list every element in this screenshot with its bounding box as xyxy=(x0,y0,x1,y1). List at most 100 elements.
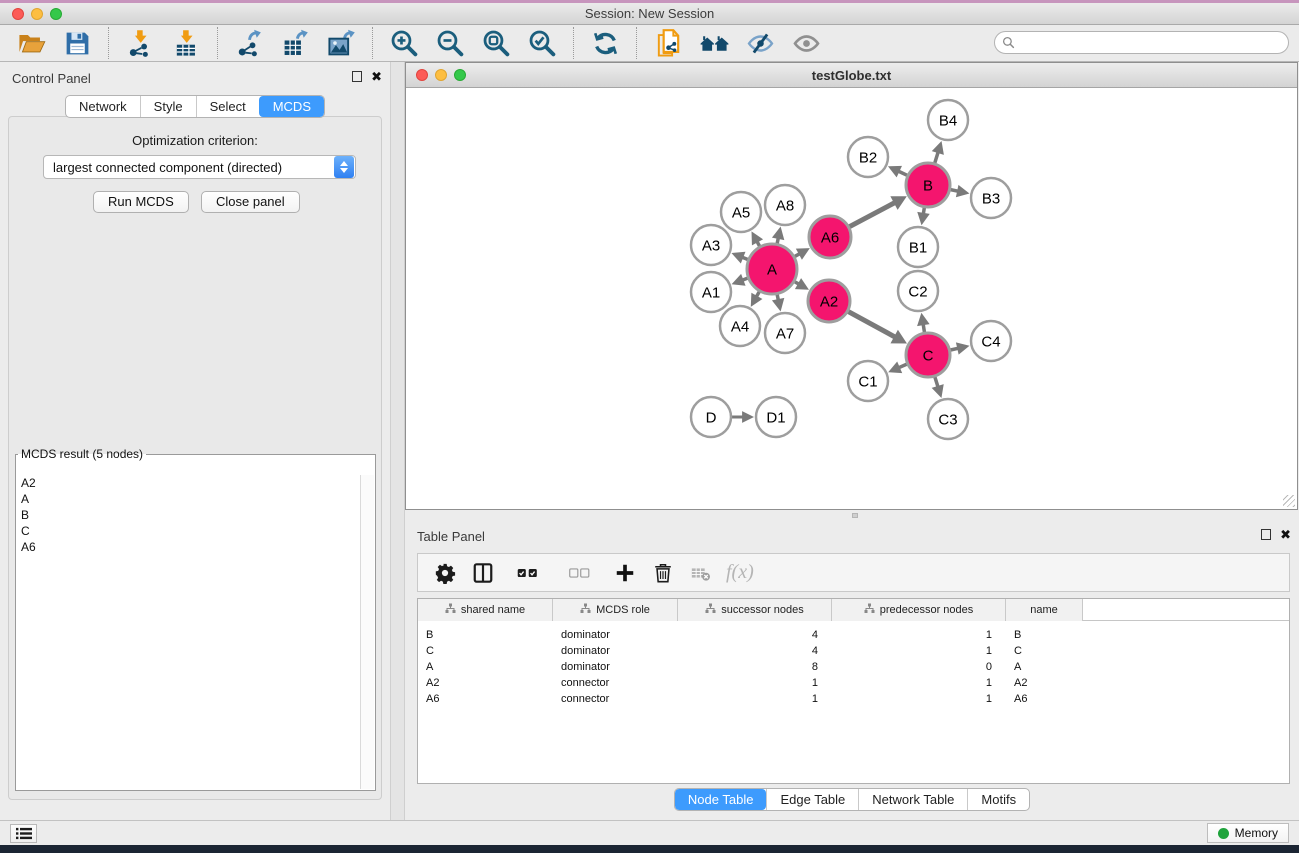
table-row[interactable]: Adominator80A xyxy=(418,659,1289,675)
cell-name: A6 xyxy=(1006,691,1083,707)
mcds-result-item[interactable]: A6 xyxy=(16,539,359,555)
table-header-row: shared nameMCDS rolesuccessor nodes prede… xyxy=(418,599,1289,621)
close-panel-icon[interactable]: ✖ xyxy=(371,71,382,82)
network-minimize-button[interactable] xyxy=(435,69,447,81)
tab-motifs[interactable]: Motifs xyxy=(967,789,1029,810)
window-resize-grip[interactable] xyxy=(1283,495,1295,507)
tab-network-table[interactable]: Network Table xyxy=(858,789,967,810)
column-header-shared-name[interactable]: shared name xyxy=(418,599,553,621)
table-row[interactable]: Cdominator41C xyxy=(418,643,1289,659)
network-maximize-button[interactable] xyxy=(454,69,466,81)
control-panel-tabbar: NetworkStyleSelectMCDS xyxy=(65,95,325,118)
edge-arrowhead xyxy=(772,298,784,312)
attribute-tree-icon xyxy=(705,603,716,617)
search-input[interactable] xyxy=(1015,36,1288,50)
close-panel-button[interactable]: Close panel xyxy=(201,191,300,213)
mcds-result-item[interactable]: A xyxy=(16,491,359,507)
function-builder-icon[interactable]: f(x) xyxy=(726,561,754,584)
edge-A2-C[interactable] xyxy=(848,312,896,338)
edge-arrowhead xyxy=(917,212,929,225)
edge-A6-B[interactable] xyxy=(849,202,895,227)
tab-node-table[interactable]: Node Table xyxy=(675,789,767,810)
add-column-icon[interactable] xyxy=(610,558,640,588)
optimization-criterion-dropdown[interactable]: largest connected component (directed) xyxy=(43,155,356,179)
close-table-panel-icon[interactable]: ✖ xyxy=(1280,529,1291,540)
network-graph[interactable]: B4B2BB3A5A8A6B1A3AA1C2A2A4A7C4CC1C3DD1 xyxy=(406,88,1297,509)
minimize-window-button[interactable] xyxy=(31,8,43,20)
log-console-button[interactable] xyxy=(10,824,37,843)
column-header-label: name xyxy=(1030,604,1058,616)
tab-style[interactable]: Style xyxy=(140,96,196,117)
export-table-icon[interactable] xyxy=(278,27,312,59)
zoom-out-icon[interactable] xyxy=(433,27,467,59)
column-header-label: predecessor nodes xyxy=(880,604,974,616)
delete-column-icon[interactable] xyxy=(648,558,678,588)
search-field[interactable] xyxy=(994,31,1289,54)
float-table-panel-icon[interactable] xyxy=(1261,529,1271,540)
cell-shared-name: A2 xyxy=(418,675,553,691)
mcds-result-item[interactable]: C xyxy=(16,523,359,539)
hide-graphics-details-icon[interactable] xyxy=(743,27,777,59)
export-image-icon[interactable] xyxy=(324,27,358,59)
column-header-predecessor-nodes[interactable]: predecessor nodes xyxy=(832,599,1006,621)
home-view-icon[interactable] xyxy=(697,27,731,59)
tab-edge-table[interactable]: Edge Table xyxy=(766,789,858,810)
network-window-titlebar[interactable]: testGlobe.txt xyxy=(406,63,1297,88)
table-row[interactable]: Bdominator41B xyxy=(418,627,1289,643)
tab-mcds[interactable]: MCDS xyxy=(259,96,324,117)
control-panel-title: Control Panel xyxy=(12,71,91,86)
open-session-icon[interactable] xyxy=(14,27,48,59)
node-label-A: A xyxy=(767,261,777,278)
cell-MCDS-role: dominator xyxy=(553,643,678,659)
table-row[interactable]: A6connector11A6 xyxy=(418,691,1289,707)
table-settings-icon[interactable] xyxy=(430,558,460,588)
column-header-successor-nodes[interactable]: successor nodes xyxy=(678,599,832,621)
run-mcds-button[interactable]: Run MCDS xyxy=(93,191,189,213)
table-row[interactable]: A2connector11A2 xyxy=(418,675,1289,691)
zoom-in-icon[interactable] xyxy=(387,27,421,59)
network-canvas[interactable]: B4B2BB3A5A8A6B1A3AA1C2A2A4A7C4CC1C3DD1 xyxy=(406,88,1297,509)
float-panel-icon[interactable] xyxy=(352,71,362,82)
memory-label: Memory xyxy=(1235,826,1278,840)
import-network-icon[interactable] xyxy=(123,27,157,59)
select-all-columns-icon[interactable] xyxy=(506,558,550,588)
cell-predecessor-nodes: 1 xyxy=(832,675,1006,691)
zoom-selected-icon[interactable] xyxy=(525,27,559,59)
mcds-result-item[interactable]: A2 xyxy=(16,475,359,491)
table-toolbar: f(x) xyxy=(417,553,1290,592)
clone-network-icon[interactable] xyxy=(651,27,685,59)
cell-name: B xyxy=(1006,627,1083,643)
tab-select[interactable]: Select xyxy=(196,96,259,117)
splitter-handle[interactable] xyxy=(852,513,858,518)
network-close-button[interactable] xyxy=(416,69,428,81)
edge-arrowhead xyxy=(772,227,784,241)
mcds-result-list[interactable]: A2ABCA6 xyxy=(16,475,359,789)
column-header-MCDS-role[interactable]: MCDS role xyxy=(553,599,678,621)
close-window-button[interactable] xyxy=(12,8,24,20)
node-label-A2: A2 xyxy=(820,293,838,310)
node-label-B1: B1 xyxy=(909,239,927,256)
cell-name: A xyxy=(1006,659,1083,675)
horizontal-splitter[interactable] xyxy=(405,510,1299,520)
delete-table-icon[interactable] xyxy=(686,558,716,588)
node-label-D: D xyxy=(706,409,717,426)
node-label-A7: A7 xyxy=(776,325,794,342)
memory-button[interactable]: Memory xyxy=(1207,823,1289,843)
refresh-icon[interactable] xyxy=(588,27,622,59)
export-network-icon[interactable] xyxy=(232,27,266,59)
column-header-name[interactable]: name xyxy=(1006,599,1083,621)
deselect-all-columns-icon[interactable] xyxy=(558,558,602,588)
mcds-result-item[interactable]: B xyxy=(16,507,359,523)
panel-splitter[interactable] xyxy=(390,62,405,820)
result-scrollbar[interactable] xyxy=(360,475,374,789)
cell-shared-name: A6 xyxy=(418,691,553,707)
import-table-icon[interactable] xyxy=(169,27,203,59)
zoom-fit-icon[interactable] xyxy=(479,27,513,59)
tab-network[interactable]: Network xyxy=(66,96,140,117)
split-panel-icon[interactable] xyxy=(468,558,498,588)
cell-MCDS-role: connector xyxy=(553,675,678,691)
cell-name: C xyxy=(1006,643,1083,659)
save-session-icon[interactable] xyxy=(60,27,94,59)
maximize-window-button[interactable] xyxy=(50,8,62,20)
show-graphics-details-icon[interactable] xyxy=(789,27,823,59)
